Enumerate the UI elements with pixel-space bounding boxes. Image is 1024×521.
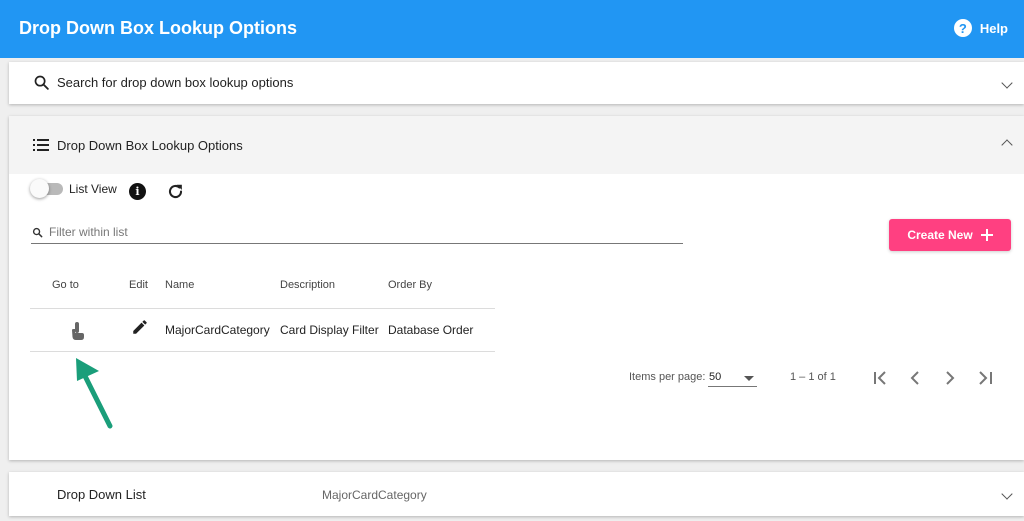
column-header-name: Name <box>165 279 195 291</box>
chevron-up-icon[interactable] <box>1001 139 1013 151</box>
info-icon[interactable]: i <box>129 183 146 200</box>
plus-icon <box>980 229 993 241</box>
table-header-divider <box>30 308 495 309</box>
list-icon <box>33 139 49 151</box>
lookup-options-panel-header[interactable]: Drop Down Box Lookup Options <box>9 116 1024 174</box>
row-order-by: Database Order <box>388 323 474 337</box>
column-header-description: Description <box>280 279 336 291</box>
drop-down-list-value: MajorCardCategory <box>322 488 427 502</box>
previous-page-icon[interactable] <box>905 368 925 388</box>
edit-pencil-icon[interactable] <box>131 318 149 336</box>
list-view-toggle-knob[interactable] <box>30 179 49 198</box>
search-icon <box>34 75 49 90</box>
panel-title: Drop Down Box Lookup Options <box>57 138 243 153</box>
annotation-arrow <box>76 358 113 429</box>
filter-input[interactable] <box>49 223 669 241</box>
chevron-down-icon[interactable] <box>1001 488 1013 500</box>
drop-down-list-label: Drop Down List <box>57 487 146 502</box>
create-new-button[interactable]: Create New <box>889 219 1011 251</box>
search-panel-label: Search for drop down box lookup options <box>57 75 294 90</box>
range-label: 1 – 1 of 1 <box>790 371 836 383</box>
search-panel[interactable]: Search for drop down box lookup options <box>9 62 1024 104</box>
column-header-edit: Edit <box>129 279 148 291</box>
row-description: Card Display Filter <box>280 323 379 337</box>
help-circle-icon: ? <box>953 19 972 37</box>
list-view-label: List View <box>69 182 117 196</box>
last-page-icon[interactable] <box>975 368 995 388</box>
refresh-icon[interactable] <box>166 182 185 201</box>
lookup-options-panel: Drop Down Box Lookup Options <box>9 116 1024 460</box>
page-size-select[interactable]: 50 <box>709 371 721 383</box>
chevron-down-icon[interactable] <box>1001 77 1013 89</box>
first-page-icon[interactable] <box>871 368 891 388</box>
next-page-icon[interactable] <box>940 368 960 388</box>
row-name: MajorCardCategory <box>165 323 270 337</box>
filter-underline <box>31 243 683 244</box>
page-size-underline <box>708 386 757 387</box>
filter-search-icon <box>32 227 43 238</box>
create-new-label: Create New <box>907 228 973 242</box>
page-title: Drop Down Box Lookup Options <box>19 18 297 38</box>
column-header-order-by: Order By <box>388 279 433 291</box>
pointer-hand-icon[interactable] <box>70 321 86 341</box>
app-header: Drop Down Box Lookup Options ? Help <box>0 0 1024 58</box>
items-per-page-label: Items per page: <box>629 371 706 383</box>
column-header-goto: Go to <box>52 279 79 291</box>
page-size-dropdown-icon[interactable] <box>744 376 754 381</box>
drop-down-list-panel[interactable]: Drop Down List MajorCardCategory <box>9 472 1024 516</box>
help-button[interactable]: ? Help <box>953 19 1008 37</box>
help-label: Help <box>979 20 1008 36</box>
